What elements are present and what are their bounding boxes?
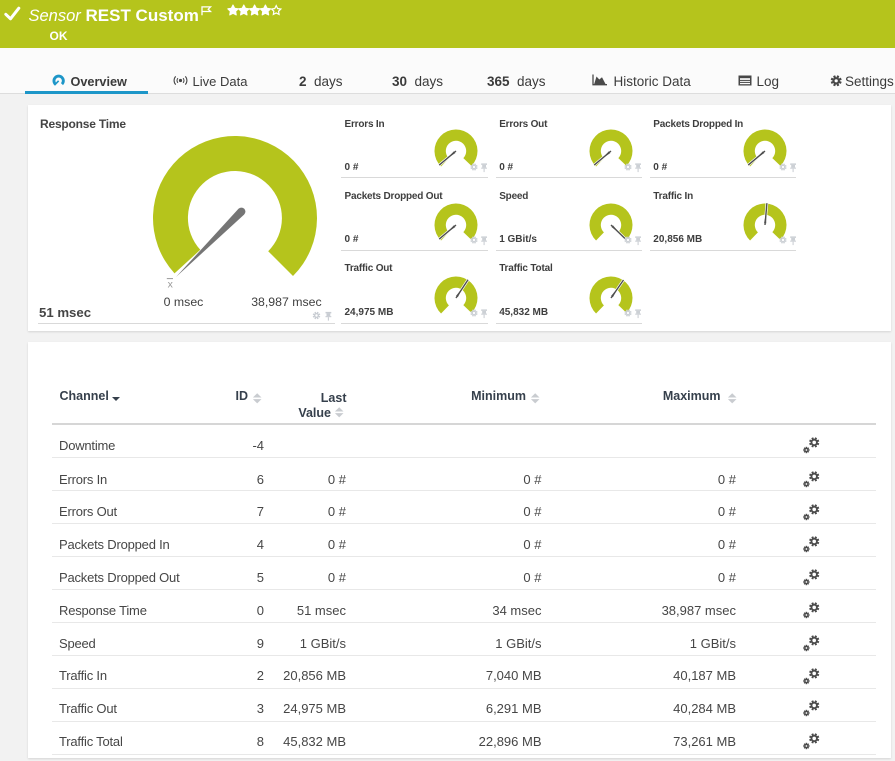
svg-text:x: x — [168, 279, 174, 291]
